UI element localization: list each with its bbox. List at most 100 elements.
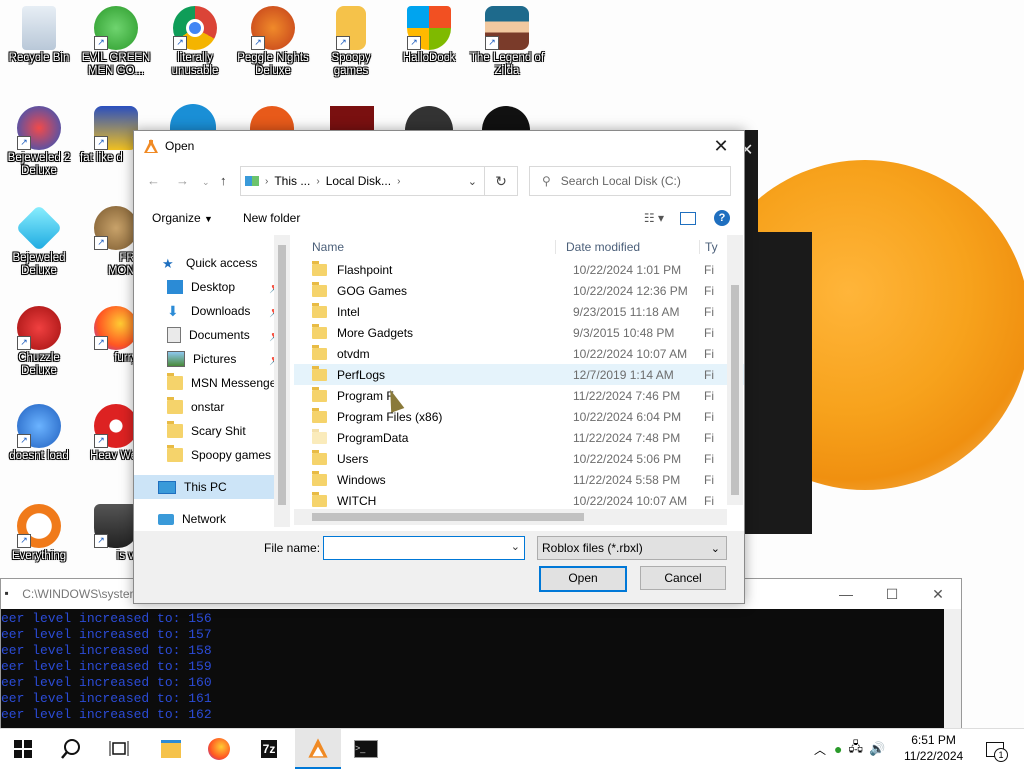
chrome-icon: ↗ — [173, 6, 217, 50]
desktop-icon-recycle-bin[interactable]: Recycle Bin — [1, 6, 77, 65]
file-row[interactable]: Program F 11/22/2024 7:46 PM Fi — [294, 385, 744, 406]
recent-chevron-icon[interactable]: ⌄ — [202, 177, 210, 188]
minimize-button[interactable]: — — [823, 586, 869, 602]
horizontal-scrollbar[interactable] — [294, 509, 727, 525]
file-row-hovered[interactable]: PerfLogs 12/7/2019 1:14 AM Fi — [294, 364, 744, 385]
organize-button[interactable]: Organize ▼ — [152, 211, 213, 225]
search-button[interactable] — [48, 729, 94, 769]
desktop-icon-label: Bejeweled Deluxe — [12, 252, 66, 277]
nav-scrollbar-thumb[interactable] — [278, 245, 286, 505]
dialog-close-button[interactable]: ✕ — [698, 136, 744, 157]
nav-quick-access[interactable]: ★ Quick access — [134, 251, 289, 275]
cmd-line: eer level increased to: 159 — [1, 659, 212, 674]
desktop-icon-evil-green-men[interactable]: ↗ EVIL GREEN MEN GO... — [78, 6, 154, 78]
chevron-down-icon[interactable]: ⌄ — [511, 540, 520, 553]
back-arrow-icon[interactable]: ← — [147, 173, 160, 188]
nav-item-downloads[interactable]: ⬇ Downloads📌 — [134, 299, 289, 323]
desktop-icon-bejeweled-deluxe[interactable]: Bejeweled Deluxe — [1, 204, 77, 278]
file-row[interactable]: Users 10/22/2024 5:06 PM Fi — [294, 448, 744, 469]
desktop-icon-hallodock[interactable]: ↗ HalloDock — [391, 6, 467, 65]
desktop-icon-spoopy-games[interactable]: ↗ Spoopy games — [313, 6, 389, 78]
desktop-icon-label: Spoopy games — [331, 52, 371, 77]
folder-icon — [312, 260, 327, 276]
file-name-field[interactable]: ⌄ — [323, 536, 525, 560]
desktop-icon-peggle-nights[interactable]: ↗ Peggle Nights Deluxe — [235, 6, 311, 78]
address-bar[interactable]: › This ... › Local Disk... › ⌄ — [240, 166, 518, 196]
nav-item-documents[interactable]: Documents📌 — [134, 323, 289, 347]
nav-item-pictures[interactable]: Pictures📌 — [134, 347, 289, 371]
taskbar-firefox[interactable] — [196, 729, 242, 769]
forward-arrow-icon[interactable]: → — [176, 173, 189, 188]
file-type-select[interactable]: Roblox files (*.rbxl) ⌄ — [537, 536, 727, 560]
preview-pane-icon[interactable] — [680, 211, 696, 225]
folder-icon — [312, 323, 327, 339]
taskbar-file-explorer[interactable] — [148, 729, 194, 769]
file-row[interactable]: Flashpoint 10/22/2024 1:01 PM Fi — [294, 259, 744, 280]
task-view-button[interactable] — [96, 729, 142, 769]
desktop-icon-literally-unusable[interactable]: ↗ literally unusable — [157, 6, 233, 78]
desktop-icon-everything[interactable]: ↗ Everything — [1, 504, 77, 563]
taskbar-cmd[interactable]: >_ — [343, 729, 389, 769]
horizontal-scrollbar-thumb[interactable] — [312, 513, 584, 521]
search-icon: ⚲ — [542, 174, 551, 188]
dialog-titlebar[interactable]: Open ✕ — [134, 131, 744, 161]
file-row[interactable]: Windows 11/22/2024 5:58 PM Fi — [294, 469, 744, 490]
view-options-icon[interactable]: ☷ ▾ — [644, 211, 664, 225]
notification-center-button[interactable]: 1 — [972, 729, 1018, 769]
nav-item-msn-messenger[interactable]: MSN Messenger — [134, 371, 289, 395]
cmd-line: eer level increased to: 157 — [1, 627, 212, 642]
breadcrumb-local-disk[interactable]: Local Disk... — [326, 174, 391, 188]
network-tray-icon[interactable]: 🖧 — [848, 738, 863, 760]
file-list-scrollbar[interactable] — [727, 235, 743, 505]
close-button[interactable]: ✕ — [915, 586, 961, 603]
nav-scrollbar[interactable] — [274, 235, 290, 527]
dark-app-icon — [405, 106, 453, 130]
maximize-button[interactable]: ☐ — [869, 586, 915, 603]
desktop-icon-doesnt-load[interactable]: ↗ doesnt load — [1, 404, 77, 463]
user-status-icon[interactable]: ● — [834, 741, 842, 757]
show-hidden-icons-chevron-icon[interactable]: ︿ — [814, 741, 826, 758]
taskbar-roblox-studio[interactable] — [295, 729, 341, 769]
nav-this-pc[interactable]: This PC — [134, 475, 289, 499]
up-arrow-icon[interactable]: ↑ — [220, 173, 227, 188]
volume-icon[interactable]: 🔊 — [869, 741, 885, 757]
desktop-icon-bejeweled-2[interactable]: ↗ Bejeweled 2 Deluxe — [1, 106, 77, 178]
cancel-button[interactable]: Cancel — [640, 566, 726, 590]
file-list-scrollbar-thumb[interactable] — [731, 285, 739, 495]
folder-icon — [312, 365, 327, 381]
help-icon[interactable]: ? — [714, 210, 730, 226]
start-button[interactable] — [0, 729, 46, 769]
search-box[interactable]: ⚲ Search Local Disk (C:) — [529, 166, 731, 196]
cmd-scrollbar[interactable] — [944, 609, 961, 729]
nav-item-onstar[interactable]: onstar — [134, 395, 289, 419]
file-row[interactable]: otvdm 10/22/2024 10:07 AM Fi — [294, 343, 744, 364]
cmd-output: eer level increased to: 156 eer level in… — [1, 609, 961, 723]
nav-item-spoopy-games[interactable]: Spoopy games — [134, 443, 289, 467]
nav-item-desktop[interactable]: Desktop📌 — [134, 275, 289, 299]
file-row[interactable]: ProgramData 11/22/2024 7:48 PM Fi — [294, 427, 744, 448]
peggle-icon: ↗ — [251, 6, 295, 50]
file-row[interactable]: WITCH 10/22/2024 10:07 AM Fi — [294, 490, 744, 511]
nav-network[interactable]: Network — [134, 507, 289, 525]
breadcrumb-this-pc[interactable]: This ... — [274, 174, 310, 188]
file-row[interactable]: Intel 9/23/2015 11:18 AM Fi — [294, 301, 744, 322]
new-folder-button[interactable]: New folder — [243, 211, 300, 225]
file-name-input[interactable] — [324, 537, 512, 557]
desktop-icon-legend-of-zilda[interactable]: ↗ The Legend of Zilda — [469, 6, 545, 78]
clock-date: 11/22/2024 — [904, 749, 964, 763]
refresh-button[interactable]: ↻ — [484, 166, 518, 196]
column-date-modified[interactable]: Date modified — [555, 240, 699, 254]
file-row[interactable]: GOG Games 10/22/2024 12:36 PM Fi — [294, 280, 744, 301]
roblox-studio-icon — [308, 738, 328, 758]
file-row[interactable]: More Gadgets 9/3/2015 10:48 PM Fi — [294, 322, 744, 343]
file-row[interactable]: Program Files (x86) 10/22/2024 6:04 PM Fi — [294, 406, 744, 427]
address-dropdown-icon[interactable]: ⌄ — [468, 175, 477, 188]
document-icon — [167, 327, 181, 343]
desktop-icon-chuzzle-deluxe[interactable]: ↗ Chuzzle Deluxe — [1, 306, 77, 378]
open-button[interactable]: Open — [539, 566, 627, 592]
hidden-folder-icon — [312, 428, 327, 444]
taskbar-7zip[interactable]: 7z — [246, 729, 292, 769]
column-name[interactable]: Name — [294, 240, 555, 254]
nav-item-scary-shit[interactable]: Scary Shit — [134, 419, 289, 443]
clock[interactable]: 6:51 PM 11/22/2024 — [904, 732, 963, 764]
